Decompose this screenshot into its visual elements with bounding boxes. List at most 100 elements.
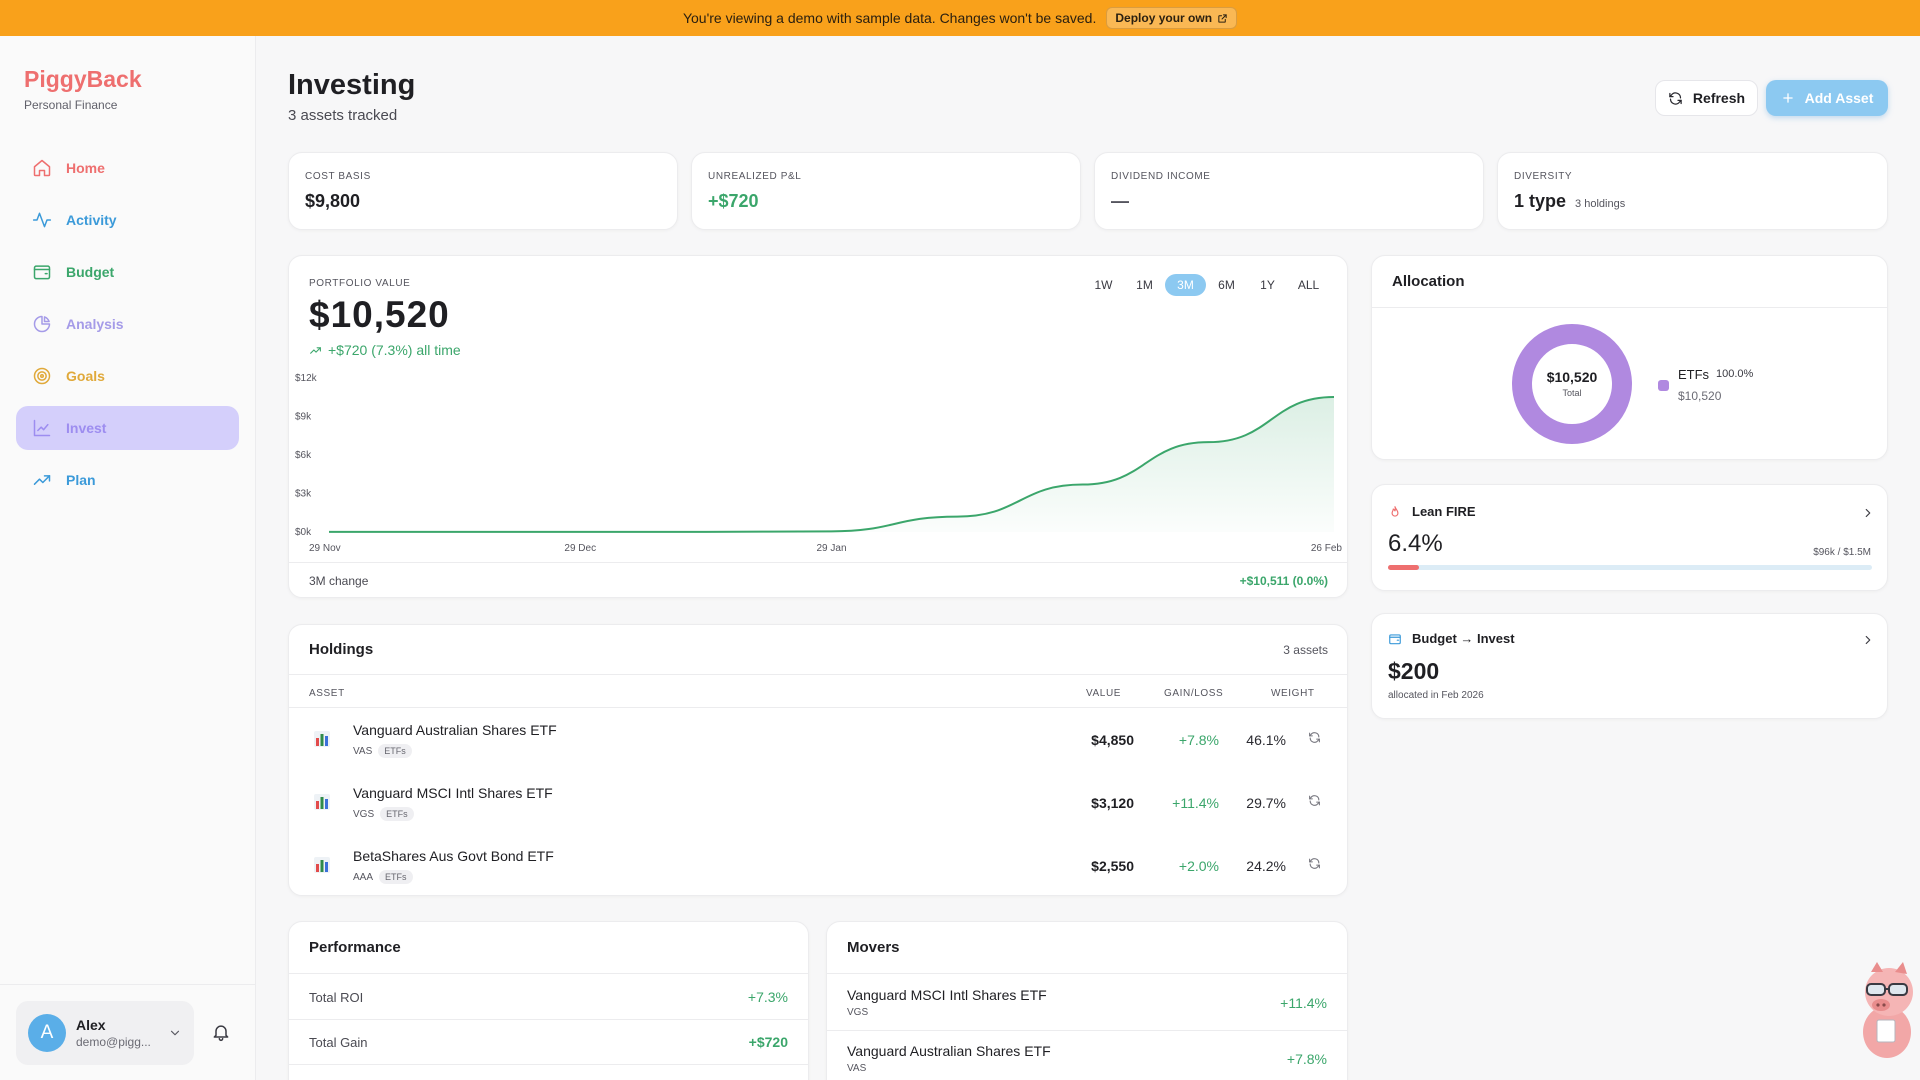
dividend-income-card: DIVIDEND INCOME — [1094,152,1484,230]
legend-name: ETFs [1678,367,1710,382]
holdings-header: Holdings 3 assets [289,625,1348,675]
chevron-down-icon [170,1030,180,1036]
stat-value: +$720 [708,191,759,211]
mover-row[interactable]: Vanguard Australian Shares ETF VAS +7.8% [827,1031,1347,1080]
deploy-your-own-link[interactable]: Deploy your own [1106,7,1238,29]
range-1w[interactable]: 1W [1083,274,1124,296]
refresh-button[interactable]: Refresh [1655,80,1758,116]
piggy-mascot-icon[interactable] [1855,960,1917,1060]
range-3m[interactable]: 3M [1165,274,1206,296]
performance-title: Performance [289,922,808,974]
y-tick-label: $3k [295,489,312,500]
wallet-icon [33,265,51,280]
asset-type-tag: ETFs [378,744,412,758]
legend-percent: 100.0% [1716,368,1754,380]
wallet-icon [1389,634,1401,645]
budget-invest-note: allocated in Feb 2026 [1388,690,1484,701]
fire-percent: 6.4% [1388,530,1443,557]
column-header-weight: WEIGHT [1271,688,1315,699]
performance-value: +$720 [748,1034,788,1050]
unrealized-pnl-card: UNREALIZED P&L +$720 [691,152,1081,230]
asset-name: BetaShares Aus Govt Bond ETF [353,848,554,864]
donut-total-label: Total [1562,388,1582,398]
sidebar-item-label: Goals [66,368,105,384]
brand[interactable]: PiggyBack Personal Finance [24,66,142,112]
portfolio-change-text: +$720 (7.3%) all time [328,342,461,358]
pie-chart-icon [33,315,51,333]
sidebar-item-budget[interactable]: Budget [16,250,239,294]
range-1y[interactable]: 1Y [1247,274,1288,296]
y-tick-label: $9k [295,412,312,423]
sidebar: PiggyBack Personal Finance Home Activity… [0,36,256,1080]
portfolio-value: $10,520 [309,294,450,335]
refresh-icon[interactable] [1308,857,1321,870]
sidebar-item-activity[interactable]: Activity [16,198,239,242]
asset-name: Vanguard Australian Shares ETF [353,722,557,738]
avatar: A [28,1014,66,1052]
mover-gain: +7.8% [1286,1051,1327,1067]
asset-ticker: AAA [353,871,374,883]
stat-label: DIVIDEND INCOME [1111,171,1211,182]
movers-title: Movers [827,922,1347,974]
fire-progress-track [1388,565,1872,570]
x-tick-label: 29 Jan [816,543,846,554]
x-tick-label: 29 Nov [309,543,341,554]
asset-gain: +2.0% [1178,858,1219,874]
refresh-label: Refresh [1692,90,1746,106]
allocation-title: Allocation [1372,256,1888,308]
sidebar-item-label: Plan [66,472,96,488]
performance-value: +7.3% [747,989,788,1005]
sidebar-item-invest[interactable]: Invest [16,406,239,450]
stat-value-row: 1 type 3 holdings [1514,191,1625,212]
brand-subtitle: Personal Finance [24,98,118,112]
range-1m[interactable]: 1M [1124,274,1165,296]
donut-total: $10,520 [1546,369,1598,385]
asset-type-tag: ETFs [379,870,413,884]
bell-icon[interactable] [211,1022,231,1042]
sidebar-item-goals[interactable]: Goals [16,354,239,398]
holdings-count: 3 assets [1283,642,1328,657]
sidebar-item-plan[interactable]: Plan [16,458,239,502]
refresh-icon[interactable] [1308,731,1321,744]
range-all[interactable]: ALL [1288,274,1329,296]
user-menu[interactable]: A Alex demo@pigg... [16,1001,194,1065]
budget-invest-title: Budget → Invest [1412,631,1515,646]
stat-value: 1 type [1514,191,1567,211]
legend-swatch [1658,380,1669,391]
asset-weight: 29.7% [1246,795,1286,811]
budget-invest-card[interactable]: Budget → Invest $200 allocated in Feb 20… [1371,613,1888,719]
asset-ticker: VAS [353,745,373,757]
x-tick-label: 29 Dec [564,543,596,554]
asset-meta: VAS ETFs [353,744,412,758]
add-asset-button[interactable]: Add Asset [1766,80,1888,116]
flame-icon [1391,506,1399,517]
fire-detail: $96k / $1.5M [1813,547,1871,558]
mover-name: Vanguard MSCI Intl Shares ETF [847,987,1047,1003]
mover-row[interactable]: Vanguard MSCI Intl Shares ETF VGS +11.4% [827,975,1347,1031]
fire-progress-fill [1388,565,1419,570]
lean-fire-card[interactable]: Lean FIRE 6.4% $96k / $1.5M [1371,484,1888,591]
performance-label: Total ROI [309,989,364,1005]
table-row[interactable]: Vanguard MSCI Intl Shares ETF VGS ETFs $3… [289,771,1348,834]
chart-footer: 3M change +$10,511 (0.0%) [289,562,1348,598]
stat-label: COST BASIS [305,171,371,182]
budget-invest-amount: $200 [1388,658,1440,684]
mover-name: Vanguard Australian Shares ETF [847,1043,1051,1059]
mover-ticker: VAS [847,1063,867,1074]
table-row[interactable]: Vanguard Australian Shares ETF VAS ETFs $… [289,708,1348,771]
stat-extra: 3 holdings [1575,198,1626,210]
sidebar-item-home[interactable]: Home [16,146,239,190]
fire-title: Lean FIRE [1412,504,1476,519]
asset-gain: +7.8% [1178,732,1219,748]
y-tick-label: $0k [295,527,312,538]
table-row[interactable]: BetaShares Aus Govt Bond ETF AAA ETFs $2,… [289,834,1348,897]
chevron-right-icon [1865,635,1871,645]
portfolio-change: +$720 (7.3%) all time [309,342,461,358]
sidebar-item-analysis[interactable]: Analysis [16,302,239,346]
range-6m[interactable]: 6M [1206,274,1247,296]
y-tick-label: $6k [295,450,312,461]
stat-value: $9,800 [305,191,361,211]
x-tick-label: 26 Feb [1311,543,1343,554]
stat-label: DIVERSITY [1514,171,1573,182]
refresh-icon[interactable] [1308,794,1321,807]
